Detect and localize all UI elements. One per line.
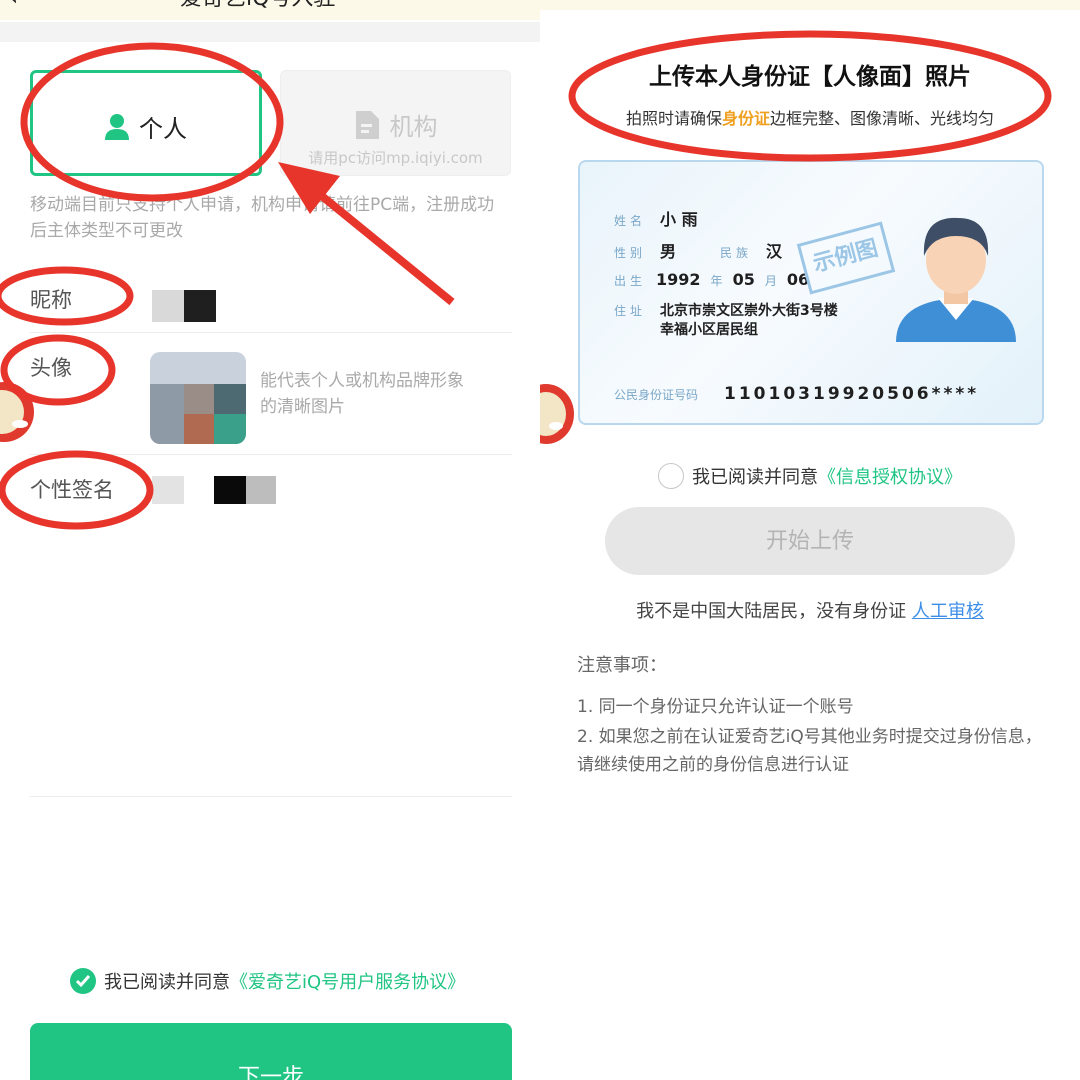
ethnicity-key: 民族 <box>720 246 753 260</box>
row-divider <box>30 454 512 455</box>
user-agreement-link[interactable]: 《爱奇艺iQ号用户服务协议》 <box>230 968 465 994</box>
birth-year: 1992 <box>656 270 701 289</box>
organization-label: 机构 <box>389 113 438 141</box>
back-icon[interactable]: ‹ <box>8 0 18 12</box>
no-id-row: 我不是中国大陆居民，没有身份证 人工审核 <box>540 597 1080 623</box>
upload-subtitle: 拍照时请确保身份证边框完整、图像清晰、光线均匀 <box>540 105 1080 129</box>
left-screen: ‹ ✕ 爱奇艺iQ号入驻 个人 机构 请用pc访问mp.iqiyi.com 移动… <box>0 0 540 1080</box>
agreement-prefix: 我已阅读并同意 <box>692 467 818 488</box>
checked-icon[interactable] <box>70 968 96 994</box>
birth-month: 05 <box>732 270 755 289</box>
organization-hint: 请用pc访问mp.iqiyi.com <box>308 149 483 167</box>
ethnicity-value: 汉 <box>766 242 783 261</box>
id-number-value: 11010319920506**** <box>724 384 980 404</box>
notes-item: 2. 如果您之前在认证爱奇艺iQ号其他业务时提交过身份信息，请继续使用之前的身份… <box>577 727 1042 775</box>
notes-item: 1. 同一个身份证只允许认证一个账号 <box>577 697 854 717</box>
month-unit: 月 <box>764 274 777 288</box>
top-strip <box>540 0 1080 10</box>
mascot-icon <box>540 384 574 444</box>
birth-key: 出生 <box>614 274 647 288</box>
user-agreement-row[interactable]: 我已阅读并同意 《爱奇艺iQ号用户服务协议》 <box>70 968 465 994</box>
nickname-blurred-left <box>152 290 184 322</box>
upload-title: 上传本人身份证【人像面】照片 <box>649 64 971 90</box>
id-number-key: 公民身份证号码 <box>614 388 699 402</box>
signature-blurred-mid <box>214 476 246 504</box>
start-upload-button[interactable]: 开始上传 <box>605 507 1015 575</box>
close-icon[interactable]: ✕ <box>70 0 88 7</box>
year-unit: 年 <box>710 274 723 288</box>
name-value: 小 雨 <box>660 210 698 229</box>
info-agreement-row[interactable]: 我已阅读并同意 《信息授权协议》 <box>658 463 962 489</box>
avatar-image[interactable] <box>150 352 246 444</box>
gender-key: 性别 <box>614 246 647 260</box>
document-icon <box>355 110 379 139</box>
avatar-label: 头像 <box>30 356 72 380</box>
agreement-prefix: 我已阅读并同意 <box>104 972 230 993</box>
portrait-icon <box>896 217 1016 342</box>
page-title: 爱奇艺iQ号入驻 <box>180 0 335 12</box>
subtitle-after: 边框完整、图像清晰、光线均匀 <box>770 109 995 128</box>
subtitle-highlight: 身份证 <box>721 109 770 128</box>
signature-blurred-left <box>152 476 184 504</box>
name-key: 姓名 <box>614 214 647 228</box>
personal-label: 个人 <box>139 115 187 143</box>
header-gap <box>0 22 540 42</box>
subtitle-before: 拍照时请确保 <box>625 109 722 128</box>
signature-blurred-right <box>246 476 276 504</box>
unchecked-icon[interactable] <box>658 463 684 489</box>
notes-section: 注意事项： 1. 同一个身份证只允许认证一个账号 2. 如果您之前在认证爱奇艺i… <box>577 651 1047 781</box>
organization-type-card[interactable]: 机构 请用pc访问mp.iqiyi.com <box>280 70 511 176</box>
mascot-icon <box>0 382 34 442</box>
address-line-2: 幸福小区居民组 <box>660 322 759 338</box>
avatar-hint: 能代表个人或机构品牌形象的清晰图片 <box>260 371 464 417</box>
gender-value: 男 <box>660 242 677 261</box>
next-step-button[interactable]: 下一步 <box>30 1023 512 1080</box>
row-divider <box>30 332 512 333</box>
top-nav-bar: ‹ ✕ 爱奇艺iQ号入驻 <box>0 0 540 20</box>
row-divider <box>30 796 512 797</box>
address-line-1: 北京市崇文区崇外大街3号楼 <box>660 303 838 319</box>
right-screen: 上传本人身份证【人像面】照片 拍照时请确保身份证边框完整、图像清晰、光线均匀 姓… <box>540 0 1080 1080</box>
no-id-text: 我不是中国大陆居民，没有身份证 <box>636 601 907 622</box>
person-icon <box>105 113 129 140</box>
notes-title: 注意事项： <box>577 655 667 676</box>
type-notice: 移动端目前只支持个人申请，机构申请请前往PC端，注册成功后主体类型不可更改 <box>30 195 495 241</box>
address-key: 住址 <box>614 304 647 318</box>
manual-review-link[interactable]: 人工审核 <box>912 601 984 622</box>
signature-label: 个性签名 <box>30 478 114 502</box>
personal-type-card[interactable]: 个人 <box>30 70 262 176</box>
nickname-label: 昵称 <box>30 288 72 312</box>
sample-stamp: 示例图 <box>796 221 896 295</box>
nickname-blurred-right <box>184 290 216 322</box>
info-agreement-link[interactable]: 《信息授权协议》 <box>818 463 962 489</box>
sample-id-card[interactable]: 姓名 小 雨 性别 男 民族 汉 出生 1992 年 05 月 06 住址 北京… <box>578 160 1044 425</box>
